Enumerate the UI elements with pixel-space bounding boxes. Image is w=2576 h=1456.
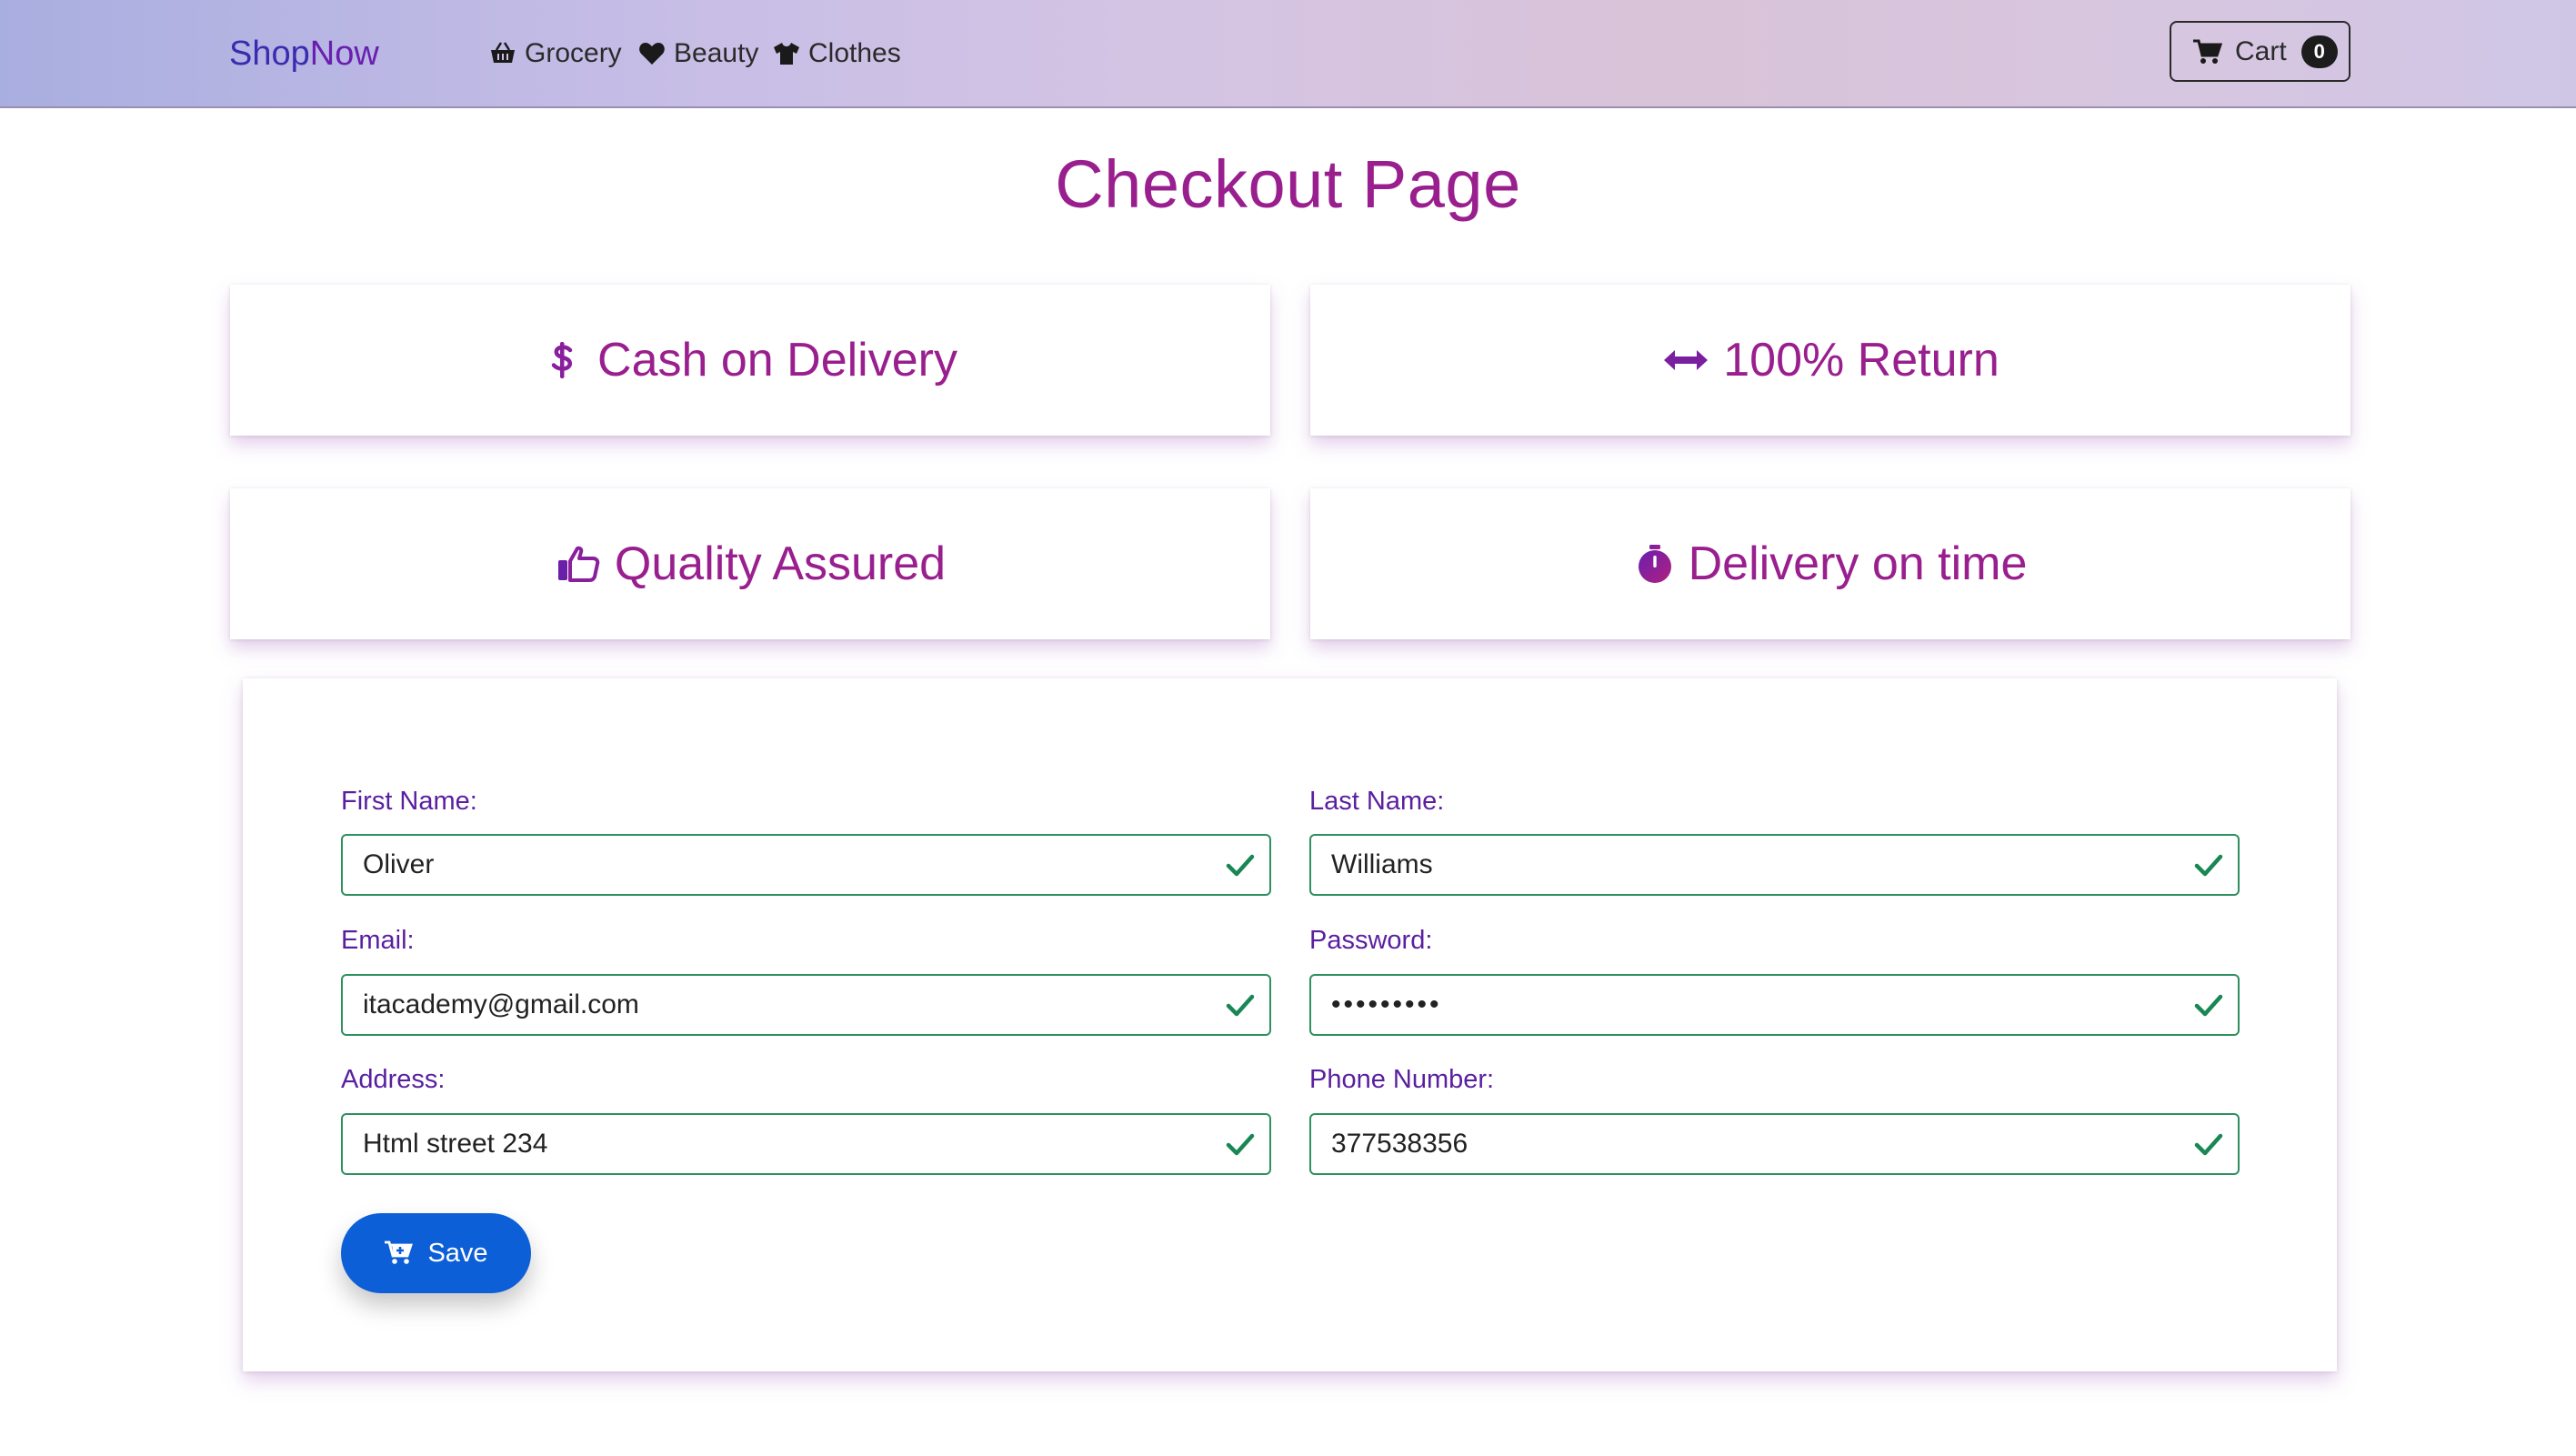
phone-number-input[interactable] <box>1309 1113 2240 1175</box>
feature-card-cash-on-delivery: Cash on Delivery <box>230 285 1270 436</box>
feature-label: Cash on Delivery <box>597 334 957 387</box>
feature-label: Delivery on time <box>1688 537 2028 590</box>
page-title: Checkout Page <box>1055 146 1521 222</box>
feature-label: Quality Assured <box>614 537 947 590</box>
basket-icon <box>491 42 515 63</box>
cart-plus-icon <box>385 1240 414 1264</box>
checkout-form: First Name: Last Name: Email: Password: … <box>243 678 2337 1371</box>
shopping-cart-icon <box>2193 39 2222 64</box>
nav-link-beauty[interactable]: Beauty <box>637 31 758 76</box>
phone-number-label: Phone Number: <box>1309 1065 1495 1094</box>
address-label: Address: <box>341 1065 446 1094</box>
check-icon <box>1226 1133 1255 1156</box>
first-name-label: First Name: <box>341 787 477 816</box>
nav-link-label: Grocery <box>525 38 622 68</box>
cart-count-badge: 0 <box>2300 35 2338 68</box>
thumbs-up-icon <box>557 546 600 582</box>
password-label: Password: <box>1309 926 1433 955</box>
feature-label: 100% Return <box>1723 334 2000 387</box>
check-icon <box>2194 854 2223 877</box>
arrows-horizontal-icon <box>1664 350 1709 370</box>
nav-link-clothes[interactable]: Clothes <box>772 31 901 76</box>
nav-link-label: Clothes <box>808 38 901 68</box>
last-name-label: Last Name: <box>1309 787 1445 816</box>
stopwatch-icon <box>1638 545 1671 583</box>
nav-link-label: Beauty <box>674 38 759 68</box>
feature-card-quality-assured: Quality Assured <box>230 488 1270 639</box>
navbar: ShopNow Grocery Beauty Clothes Cart 0 <box>0 0 2576 108</box>
brand-shop: Shop <box>229 35 310 73</box>
nav-link-grocery[interactable]: Grocery <box>488 31 622 76</box>
save-button[interactable]: Save <box>341 1213 531 1293</box>
email-input[interactable] <box>341 974 1271 1036</box>
feature-card-return: 100% Return <box>1310 285 2350 436</box>
password-input[interactable] <box>1309 974 2240 1036</box>
brand-now: Now <box>309 35 379 73</box>
last-name-input[interactable] <box>1309 834 2240 896</box>
address-input[interactable] <box>341 1113 1271 1175</box>
cart-label: Cart <box>2235 35 2287 66</box>
check-icon <box>2194 994 2223 1017</box>
save-button-label: Save <box>427 1238 488 1268</box>
brand-logo[interactable]: ShopNow <box>229 31 379 76</box>
feature-card-delivery-on-time: Delivery on time <box>1310 488 2350 639</box>
email-label: Email: <box>341 926 415 955</box>
heart-icon <box>639 43 665 65</box>
shirt-icon <box>774 43 799 65</box>
check-icon <box>1226 854 1255 877</box>
check-icon <box>2194 1133 2223 1156</box>
first-name-input[interactable] <box>341 834 1271 896</box>
cart-button[interactable]: Cart 0 <box>2170 21 2350 82</box>
dollar-icon <box>551 342 573 378</box>
check-icon <box>1226 994 1255 1017</box>
